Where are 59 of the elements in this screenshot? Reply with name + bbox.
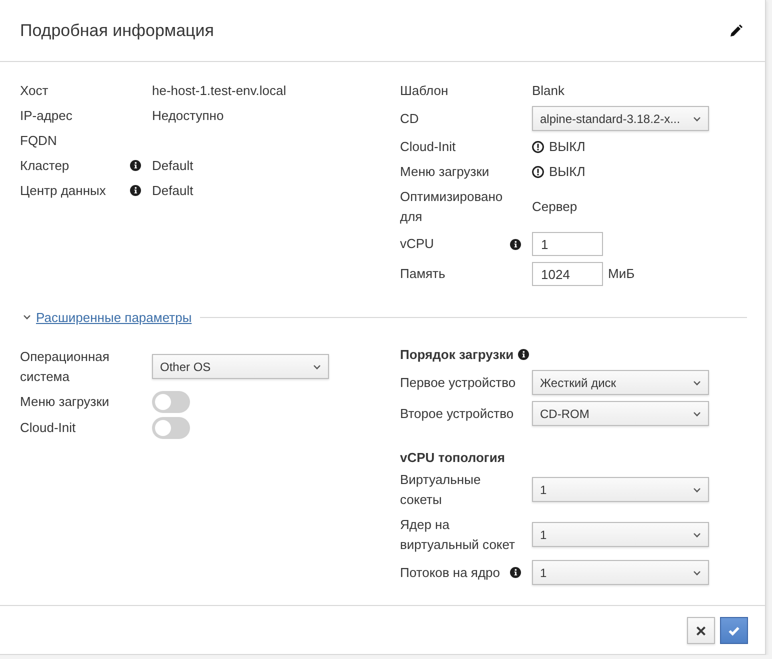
input-field[interactable]: 1: [532, 232, 603, 256]
confirm-button[interactable]: [720, 617, 748, 644]
dropdown[interactable]: 1: [532, 477, 709, 502]
exclamation-icon: [532, 140, 544, 152]
edit-button[interactable]: [730, 24, 743, 37]
chevron-icon: [693, 378, 701, 386]
field-label: Cloud-Init: [400, 138, 456, 156]
field-label: CD: [400, 110, 419, 128]
pencil-icon: [730, 24, 743, 37]
field-label: Второе устройство: [400, 404, 514, 423]
field-value: Default: [152, 182, 194, 200]
toggle-switch[interactable]: [152, 391, 190, 413]
chevron-icon: [693, 530, 701, 538]
field-label: FQDN: [20, 132, 57, 150]
close-icon: [696, 626, 706, 636]
dropdown[interactable]: alpine-standard-3.18.2-x...: [532, 106, 709, 131]
chevron-icon: [693, 568, 701, 576]
field-label: Шаблон: [400, 82, 448, 100]
toggle-switch[interactable]: [152, 417, 190, 439]
field-label: IP-адрес: [20, 106, 72, 125]
field-label: Ядер на виртуальный сокет: [400, 516, 516, 554]
field-label: Меню загрузки: [20, 393, 110, 411]
dropdown[interactable]: 1: [532, 560, 709, 585]
dropdown[interactable]: Жесткий диск: [532, 370, 709, 395]
chevron-icon: [693, 410, 701, 418]
field-label: Меню загрузки: [400, 162, 490, 181]
field-label: Операционная система: [20, 348, 110, 386]
field-label: Хост: [20, 82, 48, 100]
field-label: Память: [400, 265, 446, 283]
field-value: Blank: [532, 82, 565, 100]
field-label: Потоков на ядро: [400, 564, 500, 582]
input-field[interactable]: 1024: [532, 262, 603, 286]
field-value: Недоступно: [152, 106, 224, 125]
cancel-button[interactable]: [687, 617, 715, 644]
panel-title: Подробная информация: [20, 20, 214, 40]
check-icon: [728, 626, 740, 636]
field-value: Сервер: [532, 198, 578, 216]
dropdown[interactable]: Other OS: [152, 354, 329, 379]
unit-label: МиБ: [608, 265, 635, 283]
dropdown[interactable]: 1: [532, 522, 709, 547]
field-label: Кластер: [20, 156, 70, 175]
field-label: Первое устройство: [400, 374, 516, 392]
status-text: ВЫКЛ: [549, 138, 586, 156]
field-value: he-host-1.test-env.local: [152, 82, 286, 100]
advanced-options-link[interactable]: Расширенные параметры: [36, 310, 192, 324]
field-label: Оптимизировано для: [400, 188, 504, 226]
dropdown[interactable]: CD-ROM: [532, 401, 709, 426]
field-label: Cloud-Init: [20, 419, 76, 437]
chevron-icon: [313, 362, 321, 370]
exclamation-icon: [532, 166, 544, 178]
field-label: vCPU: [400, 235, 434, 253]
chevron-icon: [693, 486, 701, 494]
section-heading: vCPU топология: [400, 450, 505, 464]
status-text: ВЫКЛ: [549, 162, 586, 180]
field-value: Default: [152, 156, 194, 174]
field-label: Виртуальные сокеты: [400, 470, 482, 508]
field-label: Центр данных: [20, 182, 106, 200]
chevron-icon: [693, 114, 701, 122]
section-heading: Порядок загрузки: [400, 346, 514, 362]
